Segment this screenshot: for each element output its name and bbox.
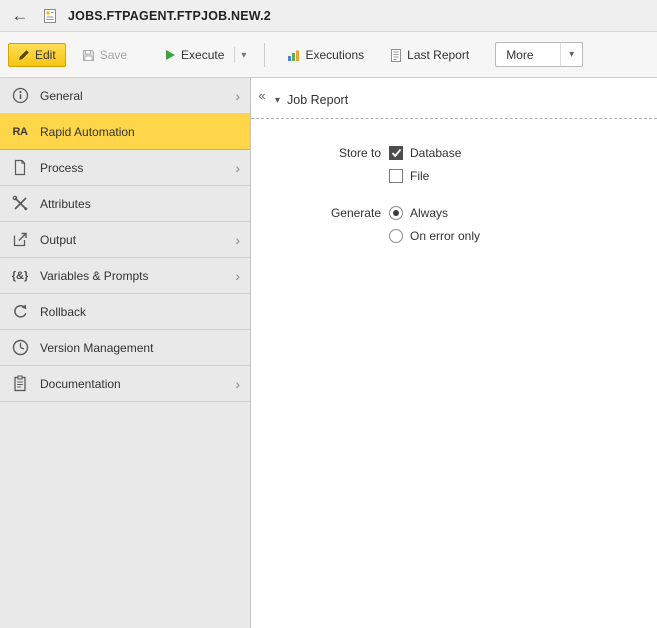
sidebar-item-label: Attributes — [40, 196, 91, 211]
pencil-icon — [18, 49, 30, 61]
job-object-icon — [40, 6, 60, 26]
store-to-label: Store to — [338, 146, 381, 160]
rollback-icon — [10, 302, 30, 322]
sidebar-item-general[interactable]: General › — [0, 78, 250, 114]
executions-button[interactable]: Executions — [277, 43, 374, 67]
play-icon — [165, 49, 176, 61]
titlebar: ← JOBS.FTPAGENT.FTPJOB.NEW.2 — [0, 0, 657, 32]
sidebar-item-output[interactable]: Output › — [0, 222, 250, 258]
sidebar-item-version-management[interactable]: Version Management — [0, 330, 250, 366]
chevron-right-icon: › — [235, 267, 240, 284]
job-report-form: Store to Database File Generate Always O… — [251, 146, 657, 243]
more-dropdown[interactable]: More ▾ — [495, 42, 584, 67]
toolbar: Edit Save Execute ▾ Executions Last Repo… — [0, 32, 657, 78]
ra-badge-icon: RA — [12, 125, 28, 138]
chevron-down-icon: ▾ — [560, 43, 582, 66]
back-button[interactable]: ← — [8, 4, 32, 28]
chevron-right-icon: › — [235, 87, 240, 104]
sidebar-item-label: General — [40, 88, 83, 103]
sidebar-item-label: Process — [40, 160, 84, 175]
sidebar-item-label: Output — [40, 232, 77, 247]
sidebar-item-label: Variables & Prompts — [40, 268, 149, 283]
output-icon — [10, 230, 30, 250]
sidebar-item-rollback[interactable]: Rollback — [0, 294, 250, 330]
info-icon — [10, 86, 30, 106]
file-checkbox-label: File — [410, 169, 430, 183]
sidebar-item-label: Rapid Automation — [40, 124, 135, 139]
on-error-only-radio[interactable] — [389, 229, 403, 243]
save-button-label: Save — [99, 48, 128, 62]
process-icon — [10, 158, 30, 178]
sidebar-item-label: Version Management — [40, 340, 154, 355]
database-checkbox[interactable] — [389, 146, 403, 160]
edit-button-label: Edit — [35, 48, 56, 62]
collapse-sidebar-button[interactable]: « — [254, 86, 270, 104]
execute-button[interactable]: Execute — [155, 43, 234, 67]
bar-chart-icon — [287, 49, 300, 62]
save-button[interactable]: Save — [72, 43, 137, 67]
section-divider — [251, 118, 657, 119]
floppy-icon — [82, 49, 95, 62]
always-radio-label: Always — [410, 206, 449, 220]
chevron-right-icon: › — [235, 159, 240, 176]
execute-button-label: Execute — [181, 48, 225, 62]
report-icon — [390, 48, 402, 62]
always-radio[interactable] — [389, 206, 403, 220]
tools-icon — [10, 194, 30, 214]
clipboard-icon — [10, 374, 30, 394]
execute-split-button: Execute ▾ — [155, 43, 252, 67]
edit-button[interactable]: Edit — [8, 43, 66, 67]
section-title: Job Report — [287, 93, 349, 107]
on-error-only-radio-label: On error only — [410, 229, 481, 243]
sidebar: General › RA Rapid Automation Process › — [0, 78, 251, 628]
last-report-button-label: Last Report — [407, 48, 470, 62]
sidebar-item-label: Documentation — [40, 376, 121, 391]
chevron-right-icon: › — [235, 375, 240, 392]
sidebar-item-variables-prompts[interactable]: {&} Variables & Prompts › — [0, 258, 250, 294]
sidebar-item-rapid-automation[interactable]: RA Rapid Automation — [0, 114, 250, 150]
sidebar-item-label: Rollback — [40, 304, 87, 319]
sidebar-item-attributes[interactable]: Attributes — [0, 186, 250, 222]
main-panel: « ▾ Job Report Store to Database File Ge… — [251, 78, 657, 628]
generate-label: Generate — [330, 206, 381, 220]
executions-button-label: Executions — [305, 48, 365, 62]
toolbar-separator — [264, 43, 266, 67]
sidebar-item-documentation[interactable]: Documentation › — [0, 366, 250, 402]
clock-icon — [10, 338, 30, 358]
last-report-button[interactable]: Last Report — [380, 43, 479, 67]
variables-icon: {&} — [11, 269, 29, 282]
page-title: JOBS.FTPAGENT.FTPJOB.NEW.2 — [68, 8, 271, 23]
sidebar-item-process[interactable]: Process › — [0, 150, 250, 186]
more-dropdown-label: More — [506, 47, 534, 62]
file-checkbox[interactable] — [389, 169, 403, 183]
job-report-section-header: ▾ Job Report — [251, 78, 657, 107]
database-checkbox-label: Database — [410, 146, 462, 160]
chevron-right-icon: › — [235, 231, 240, 248]
section-collapse-icon[interactable]: ▾ — [275, 95, 280, 106]
execute-dropdown-chevron[interactable]: ▾ — [234, 47, 252, 63]
